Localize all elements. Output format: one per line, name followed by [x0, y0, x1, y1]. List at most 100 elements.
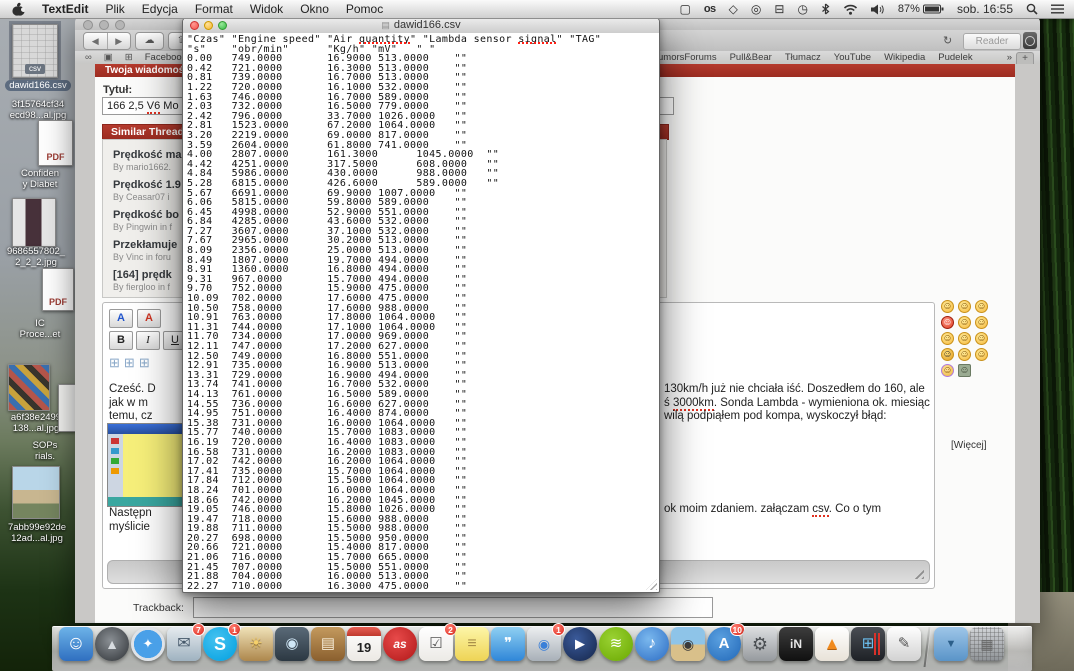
menu-pomoc[interactable]: Pomoc: [346, 2, 383, 16]
icloud-tabs-icon[interactable]: ☁: [135, 32, 164, 50]
pdf-file-icon[interactable]: PDF: [38, 120, 73, 166]
dock-messages[interactable]: ❞: [491, 627, 525, 661]
textedit-titlebar[interactable]: ▤ dawid166.csv: [183, 18, 659, 34]
dock-photo-booth[interactable]: ◉: [275, 627, 309, 661]
table-icon[interactable]: ⊞: [124, 355, 135, 371]
dock-launchpad[interactable]: ▲: [95, 627, 129, 661]
dock-independence[interactable]: iN: [779, 627, 813, 661]
menu-widok[interactable]: Widok: [250, 2, 283, 16]
pdf-file-icon[interactable]: PDF: [42, 268, 74, 311]
volume-icon[interactable]: [870, 4, 885, 15]
dock-spotify[interactable]: ≋: [599, 627, 633, 661]
battery-indicator[interactable]: 87%: [898, 3, 944, 15]
dock-mail[interactable]: ✉ 7: [167, 623, 205, 661]
dock-lastfm[interactable]: as: [383, 627, 417, 661]
font-color-button[interactable]: A: [137, 309, 161, 328]
dock-itunes[interactable]: ♪: [635, 627, 669, 661]
emoticon-cool[interactable]: ☺: [941, 348, 954, 361]
bookmarks-overflow-icon[interactable]: »: [1007, 51, 1012, 64]
dock-iphoto[interactable]: ☀: [239, 627, 273, 661]
sliver-file-icon[interactable]: [58, 384, 76, 432]
navigation-buttons[interactable]: ◀ ▶: [83, 32, 131, 50]
emoticon-troll[interactable]: ☺: [958, 364, 971, 377]
reading-list-icon[interactable]: ∞: [85, 51, 92, 64]
emoticon-party[interactable]: ☺: [941, 364, 954, 377]
emoticon-bigsmile[interactable]: ☺: [958, 332, 971, 345]
dock-photos[interactable]: ◉: [671, 627, 705, 661]
forward-icon[interactable]: ▶: [108, 33, 131, 49]
bookmark-item[interactable]: Wikipedia: [884, 51, 925, 64]
dock-appstore[interactable]: A 10: [707, 623, 745, 661]
tab-overview-button[interactable]: [1023, 32, 1037, 49]
zoom-icon[interactable]: [218, 21, 227, 30]
csv-file-icon[interactable]: csv: [12, 24, 58, 78]
dock-contacts[interactable]: ▤: [311, 627, 345, 661]
textarea-resize-grip[interactable]: [911, 566, 924, 579]
menu-plik[interactable]: Plik: [105, 2, 124, 16]
dock-parallels[interactable]: ⊞: [851, 627, 885, 661]
trackback-field[interactable]: [193, 597, 713, 618]
book-icon[interactable]: ▣: [104, 51, 113, 64]
emoticon-grin[interactable]: ☺: [958, 300, 971, 313]
dock-quicktime[interactable]: ▶: [563, 627, 597, 661]
emoticon-happy[interactable]: ☺: [941, 332, 954, 345]
dock-vlc[interactable]: ▲: [815, 627, 849, 661]
emoticon-tongue[interactable]: ☺: [958, 348, 971, 361]
apple-menu-icon[interactable]: [12, 2, 25, 17]
textedit-content[interactable]: "Czas" "Engine speed" "Air quantity" "La…: [183, 33, 659, 592]
bookmark-item[interactable]: umorsForums: [658, 51, 717, 64]
sync-alert-icon[interactable]: ◎: [751, 3, 761, 15]
dock-skype[interactable]: S1: [203, 623, 241, 661]
italic-button[interactable]: I: [136, 331, 160, 350]
table-icon[interactable]: ⊞: [109, 355, 120, 371]
person-file-icon[interactable]: [12, 198, 56, 247]
reader-button[interactable]: Reader: [963, 33, 1021, 50]
wifi-icon[interactable]: [843, 4, 858, 15]
dropbox-icon[interactable]: ◇: [729, 3, 738, 15]
font-size-button[interactable]: A: [109, 309, 133, 328]
minimize-icon[interactable]: [204, 21, 213, 30]
lastfm-status-icon[interactable]: os: [704, 3, 716, 15]
bold-button[interactable]: B: [109, 331, 133, 350]
spotlight-icon[interactable]: [1026, 3, 1038, 15]
bluetooth-icon[interactable]: [821, 3, 830, 15]
dock-downloads[interactable]: ▼: [934, 627, 968, 661]
bookmark-item[interactable]: Pudelek: [938, 51, 972, 64]
dock-textedit[interactable]: ✎: [887, 627, 921, 661]
grid-icon[interactable]: ⊞: [125, 51, 133, 64]
photo-file-icon[interactable]: [12, 466, 60, 519]
menu-bar-clock[interactable]: sob. 16:55: [957, 2, 1013, 16]
bookmark-item[interactable]: YouTube: [834, 51, 871, 64]
bookmark-facebook[interactable]: Facebook: [145, 51, 187, 64]
time-machine-icon[interactable]: ◷: [797, 3, 807, 15]
notification-center-icon[interactable]: [1051, 4, 1064, 14]
emoticon-mad[interactable]: ☺: [941, 316, 954, 329]
dock-sysprefs[interactable]: ⚙: [743, 627, 777, 661]
dock-finder[interactable]: ☺: [59, 627, 93, 661]
gta-file-icon[interactable]: [8, 364, 50, 411]
emoticon-small[interactable]: ☺: [975, 348, 988, 361]
csv-text[interactable]: "Czas" "Engine speed" "Air quantity" "La…: [187, 34, 659, 591]
emoticon-laugh[interactable]: ☺: [975, 316, 988, 329]
emoticon-wink[interactable]: ☺: [975, 332, 988, 345]
dock-calendar[interactable]: 19: [347, 627, 381, 661]
menu-format[interactable]: Format: [195, 2, 233, 16]
dock-notes[interactable]: ≡: [455, 627, 489, 661]
safari-window-controls[interactable]: [83, 20, 125, 30]
app-shape-icon[interactable]: ▢: [679, 3, 690, 15]
dock-reminders[interactable]: ☑ 2: [419, 623, 457, 661]
back-icon[interactable]: ◀: [84, 33, 108, 49]
dock-safari[interactable]: ✦: [131, 627, 165, 661]
bookmark-item[interactable]: Pull&Bear: [730, 51, 772, 64]
menu-okno[interactable]: Okno: [300, 2, 329, 16]
app-menu-textedit[interactable]: TextEdit: [42, 2, 88, 16]
menu-edycja[interactable]: Edycja: [142, 2, 178, 16]
dock-facetime[interactable]: ◉ 1: [527, 623, 565, 661]
emoticon-smile[interactable]: ☺: [941, 300, 954, 313]
disk-icon[interactable]: ⊟: [774, 3, 784, 15]
close-icon[interactable]: [190, 21, 199, 30]
emoticon-blush[interactable]: ☺: [958, 316, 971, 329]
dock-trash[interactable]: ▦: [970, 627, 1004, 661]
table-icon[interactable]: ⊞: [139, 355, 150, 371]
emoticon-confused[interactable]: ☺: [975, 300, 988, 313]
